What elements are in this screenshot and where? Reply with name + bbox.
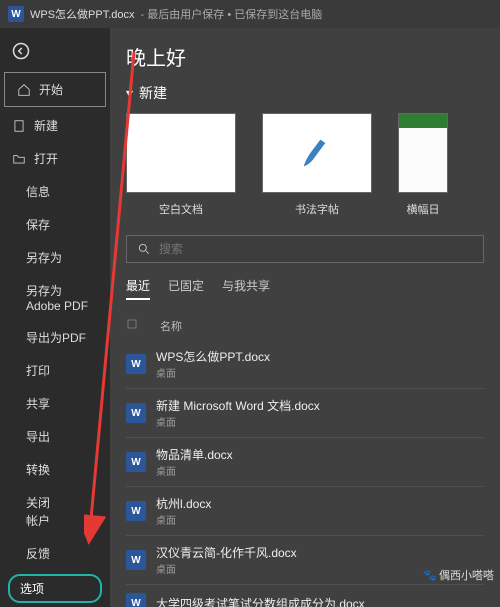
sidebar-account[interactable]: 帐户: [0, 504, 110, 537]
sidebar-feedback[interactable]: 反馈: [0, 537, 110, 570]
word-file-icon: W: [126, 593, 146, 607]
new-icon: [12, 119, 26, 133]
template-blank-thumb: [126, 113, 236, 193]
sidebar-print[interactable]: 打印: [0, 354, 110, 387]
file-location: 桌面: [156, 561, 297, 576]
search-icon: [137, 242, 151, 256]
file-item[interactable]: W 大学四级考试笔试分数组成成分为.docx: [126, 584, 484, 607]
search-box[interactable]: [126, 235, 484, 263]
pin-col-icon: [126, 318, 144, 334]
file-name: 大学四级考试笔试分数组成成分为.docx: [156, 595, 365, 607]
doc-status: - 最后由用户保存 • 已保存到这台电脑: [141, 6, 323, 22]
template-callig-thumb: [262, 113, 372, 193]
search-input[interactable]: [159, 242, 473, 256]
chevron-icon: ▾: [126, 85, 133, 102]
main-panel: 晚上好 ▾ 新建 空白文档 书法字帖 横幅日: [110, 28, 500, 607]
sidebar-exportpdf[interactable]: 导出为PDF: [0, 321, 110, 354]
sidebar-export[interactable]: 导出: [0, 420, 110, 453]
file-name: 物品清单.docx: [156, 446, 233, 463]
sidebar-saveas[interactable]: 另存为: [0, 241, 110, 274]
sidebar-start-label: 开始: [39, 81, 63, 98]
file-item[interactable]: W 杭州l.docx桌面: [126, 486, 484, 535]
sidebar-saveadobe[interactable]: 另存为 Adobe PDF: [0, 274, 110, 321]
file-location: 桌面: [156, 414, 320, 429]
new-section-header: ▾ 新建: [126, 83, 484, 103]
sidebar-start[interactable]: 开始: [4, 72, 106, 107]
file-name: 汉仪青云简-化作千风.docx: [156, 544, 297, 561]
tab-shared[interactable]: 与我共享: [222, 277, 270, 300]
open-icon: [12, 152, 26, 166]
file-tabs: 最近 已固定 与我共享: [126, 277, 484, 300]
file-location: 桌面: [156, 463, 233, 478]
word-file-icon: W: [126, 501, 146, 521]
file-name: 杭州l.docx: [156, 495, 211, 512]
titlebar: W WPS怎么做PPT.docx - 最后由用户保存 • 已保存到这台电脑: [0, 0, 500, 28]
sidebar-share[interactable]: 共享: [0, 387, 110, 420]
tab-pinned[interactable]: 已固定: [168, 277, 204, 300]
sidebar-info[interactable]: 信息: [0, 175, 110, 208]
file-location: 桌面: [156, 365, 270, 380]
file-location: 桌面: [156, 512, 211, 527]
word-app-icon: W: [8, 6, 24, 22]
doc-title: WPS怎么做PPT.docx: [30, 6, 135, 22]
sidebar-open-label: 打开: [34, 150, 58, 167]
template-calligraphy[interactable]: 书法字帖: [262, 113, 372, 217]
sidebar-open[interactable]: 打开: [0, 142, 110, 175]
watermark: 🐾偶西小嗒嗒: [423, 567, 494, 583]
greeting: 晚上好: [126, 42, 484, 71]
file-name: 新建 Microsoft Word 文档.docx: [156, 397, 320, 414]
template-row: 空白文档 书法字帖 横幅日: [126, 113, 484, 217]
file-item[interactable]: W WPS怎么做PPT.docx桌面: [126, 340, 484, 388]
word-file-icon: W: [126, 452, 146, 472]
home-icon: [17, 83, 31, 97]
sidebar-transform[interactable]: 转换: [0, 453, 110, 486]
sidebar-options[interactable]: 选项: [8, 574, 102, 603]
brush-icon: [297, 133, 337, 173]
template-banner[interactable]: 横幅日: [398, 113, 448, 217]
template-blank[interactable]: 空白文档: [126, 113, 236, 217]
template-banner-thumb: [398, 113, 448, 193]
back-button[interactable]: [6, 36, 36, 66]
word-file-icon: W: [126, 403, 146, 423]
sidebar-new-label: 新建: [34, 117, 58, 134]
list-header: 名称: [126, 312, 484, 340]
word-file-icon: W: [126, 354, 146, 374]
word-file-icon: W: [126, 550, 146, 570]
file-item[interactable]: W 新建 Microsoft Word 文档.docx桌面: [126, 388, 484, 437]
sidebar-new[interactable]: 新建: [0, 109, 110, 142]
backstage-sidebar: 开始 新建 打开 信息 保存 另存为 另存为 Adobe PDF 导出为PDF …: [0, 28, 110, 607]
sidebar-save[interactable]: 保存: [0, 208, 110, 241]
file-name: WPS怎么做PPT.docx: [156, 348, 270, 365]
file-item[interactable]: W 物品清单.docx桌面: [126, 437, 484, 486]
tab-recent[interactable]: 最近: [126, 277, 150, 300]
col-name: 名称: [160, 318, 182, 334]
